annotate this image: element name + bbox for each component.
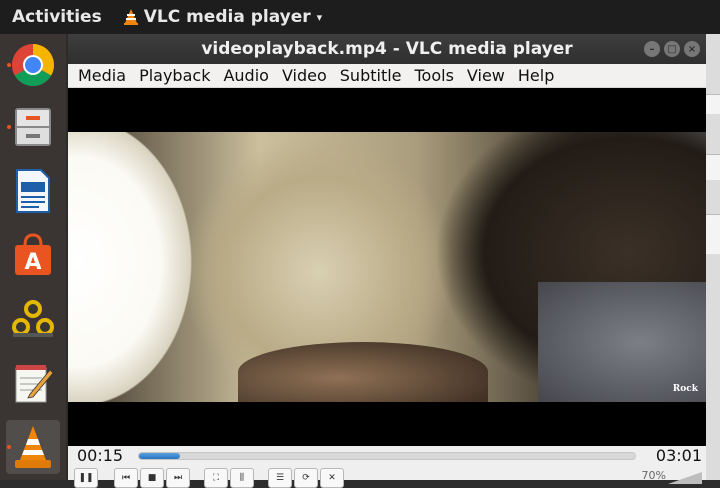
menu-playback[interactable]: Playback <box>139 66 210 85</box>
text-editor-launcher[interactable] <box>6 356 60 410</box>
menu-help[interactable]: Help <box>518 66 554 85</box>
menu-bar: Media Playback Audio Video Subtitle Tool… <box>68 64 706 88</box>
top-bar: Activities VLC media player ▾ <box>0 0 720 34</box>
minimize-button[interactable]: – <box>644 41 660 57</box>
fullscreen-button[interactable]: ⛶ <box>204 468 228 488</box>
svg-text:A: A <box>24 250 41 275</box>
window-title: videoplayback.mp4 - VLC media player <box>201 39 573 59</box>
fullscreen-icon: ⛶ <box>212 473 220 483</box>
menu-tools[interactable]: Tools <box>415 66 454 85</box>
menu-video[interactable]: Video <box>282 66 327 85</box>
window-controls: – □ × <box>644 41 700 57</box>
document-writer-icon <box>16 169 50 213</box>
background-window-row <box>706 154 720 180</box>
playlist-button[interactable]: ☰ <box>268 468 292 488</box>
window-titlebar[interactable]: videoplayback.mp4 - VLC media player – □… <box>68 34 706 64</box>
vlc-window: videoplayback.mp4 - VLC media player – □… <box>68 34 706 488</box>
activities-button[interactable]: Activities <box>12 7 102 27</box>
next-button[interactable]: ⏭ <box>166 468 190 488</box>
software-launcher[interactable]: A <box>6 228 60 282</box>
close-button[interactable]: × <box>684 41 700 57</box>
seek-slider[interactable] <box>138 452 636 460</box>
playback-controls: 00:15 03:01 ❚❚ ⏮ ■ ⏭ ⛶ ⫼ ☰ ⟳ ✕ 70% <box>68 446 706 488</box>
stop-button[interactable]: ■ <box>140 468 164 488</box>
vlc-launcher[interactable] <box>6 420 60 474</box>
running-indicator <box>7 125 11 129</box>
video-frame: Rock <box>68 132 706 402</box>
volume-label: 70% <box>641 469 666 482</box>
running-indicator <box>7 445 11 449</box>
vlc-cone-icon <box>15 426 51 468</box>
pause-icon: ❚❚ <box>78 473 94 483</box>
menu-audio[interactable]: Audio <box>223 66 268 85</box>
chrome-icon <box>11 43 55 87</box>
background-window[interactable]: Ba <box>706 34 720 480</box>
app-menu[interactable]: VLC media player ▾ <box>123 7 323 27</box>
video-watermark: Rock <box>672 384 698 394</box>
loop-icon: ⟳ <box>302 473 310 483</box>
loop-button[interactable]: ⟳ <box>294 468 318 488</box>
random-button[interactable]: ✕ <box>320 468 344 488</box>
background-window-row <box>706 94 720 114</box>
file-cabinet-icon <box>15 108 51 146</box>
playlist-icon: ☰ <box>275 473 285 483</box>
total-time[interactable]: 03:01 <box>656 446 702 465</box>
extended-settings-button[interactable]: ⫼ <box>230 468 254 488</box>
chevron-down-icon: ▾ <box>316 10 323 24</box>
maximize-button[interactable]: □ <box>664 41 680 57</box>
dock: A <box>0 34 66 480</box>
background-window-row <box>706 214 720 254</box>
next-icon: ⏭ <box>173 473 183 483</box>
chrome-launcher[interactable] <box>6 38 60 92</box>
menu-view[interactable]: View <box>467 66 505 85</box>
seek-progress <box>139 453 181 459</box>
running-indicator <box>7 63 11 67</box>
gears-icon <box>12 300 54 337</box>
elapsed-time[interactable]: 00:15 <box>77 446 123 465</box>
notepad-pencil-icon <box>15 365 54 403</box>
volume-slider[interactable] <box>668 472 702 484</box>
shopping-bag-icon: A <box>15 233 51 275</box>
settings-launcher[interactable] <box>6 292 60 346</box>
previous-icon: ⏮ <box>121 473 131 483</box>
vlc-cone-icon <box>123 9 138 25</box>
files-launcher[interactable] <box>6 100 60 154</box>
menu-subtitle[interactable]: Subtitle <box>340 66 402 85</box>
pause-button[interactable]: ❚❚ <box>74 468 98 488</box>
writer-launcher[interactable] <box>6 164 60 218</box>
shuffle-icon: ✕ <box>328 473 336 483</box>
sliders-icon: ⫼ <box>239 473 245 483</box>
app-menu-label: VLC media player <box>143 7 311 27</box>
background-window-title: Ba <box>706 38 720 56</box>
stop-icon: ■ <box>147 473 157 483</box>
previous-button[interactable]: ⏮ <box>114 468 138 488</box>
video-hand-region <box>238 342 488 402</box>
video-area[interactable]: Rock <box>68 88 706 446</box>
menu-media[interactable]: Media <box>78 66 126 85</box>
